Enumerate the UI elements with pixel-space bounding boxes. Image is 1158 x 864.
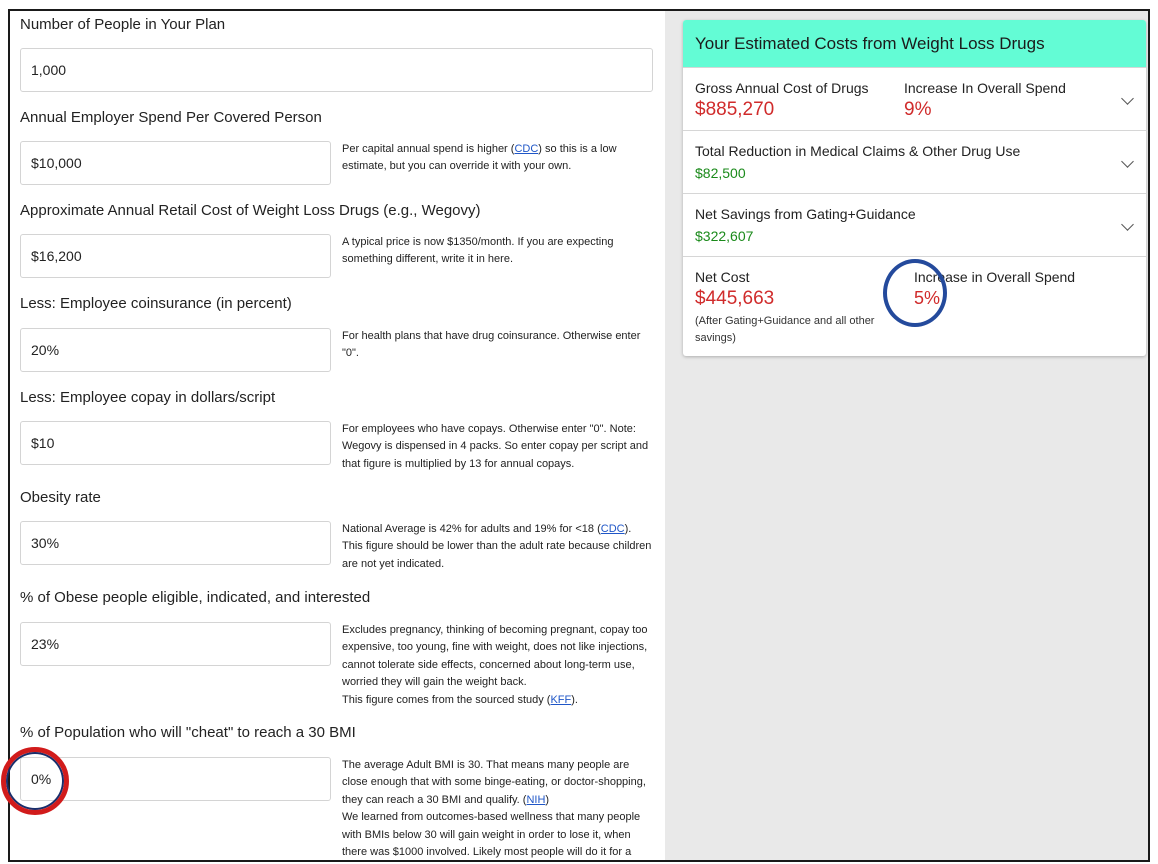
spend-label: Annual Employer Spend Per Covered Person <box>20 109 322 126</box>
nih-link[interactable]: NIH <box>526 794 545 806</box>
chevron-down-icon[interactable] <box>1121 92 1134 105</box>
results-panel: Your Estimated Costs from Weight Loss Dr… <box>665 11 1148 860</box>
eligible-help: Excludes pregnancy, thinking of becoming… <box>342 624 648 706</box>
copay-input[interactable]: $10 <box>20 421 331 465</box>
net-savings-label: Net Savings from Gating+Guidance <box>695 206 916 222</box>
cdc-link[interactable]: CDC <box>514 143 538 155</box>
net-cost-note: (After Gating+Guidance and all other sav… <box>695 315 875 344</box>
net-savings-row[interactable]: Net Savings from Gating+Guidance $322,60… <box>683 193 1146 256</box>
copay-label: Less: Employee copay in dollars/script <box>20 389 276 406</box>
chevron-down-icon[interactable] <box>1121 155 1134 168</box>
highlight-circle-blue <box>883 259 947 327</box>
increase-label: Increase In Overall Spend <box>904 80 1066 96</box>
cost-help: A typical price is now $1350/month. If y… <box>342 236 614 266</box>
cost-label: Approximate Annual Retail Cost of Weight… <box>20 202 481 219</box>
cheat-help: The average Adult BMI is 30. That means … <box>342 759 646 859</box>
spend-help: Per capital annual spend is higher (CDC)… <box>342 143 617 173</box>
calculator-frame: Number of People in Your Plan 1,000 Annu… <box>8 9 1150 862</box>
net-savings-value: $322,607 <box>695 228 754 244</box>
increase-value: 9% <box>904 99 932 120</box>
cost-input[interactable]: $16,200 <box>20 234 331 278</box>
gross-cost-row[interactable]: Gross Annual Cost of Drugs $885,270 Incr… <box>683 67 1146 130</box>
reduction-label: Total Reduction in Medical Claims & Othe… <box>695 143 1021 159</box>
kff-link[interactable]: KFF <box>550 694 571 706</box>
coinsurance-help: For health plans that have drug coinsura… <box>342 330 641 360</box>
obesity-input[interactable]: 30% <box>20 521 331 565</box>
input-form: Number of People in Your Plan 1,000 Annu… <box>10 11 665 860</box>
results-title: Your Estimated Costs from Weight Loss Dr… <box>683 20 1146 67</box>
coinsurance-input[interactable]: 20% <box>20 328 331 372</box>
spend-input[interactable]: $10,000 <box>20 141 331 185</box>
reduction-value: $82,500 <box>695 165 746 181</box>
gross-cost-label: Gross Annual Cost of Drugs <box>695 80 869 96</box>
highlight-circle-red <box>1 747 69 815</box>
coinsurance-label: Less: Employee coinsurance (in percent) <box>20 295 292 312</box>
reduction-row[interactable]: Total Reduction in Medical Claims & Othe… <box>683 130 1146 193</box>
obesity-label: Obesity rate <box>20 489 101 506</box>
cdc-link[interactable]: CDC <box>601 523 625 535</box>
net-cost-label: Net Cost <box>695 269 750 285</box>
copay-help: For employees who have copays. Otherwise… <box>342 423 649 470</box>
cheat-label: % of Population who will "cheat" to reac… <box>20 724 356 741</box>
obesity-help: National Average is 42% for adults and 1… <box>342 523 652 570</box>
net-cost-value: $445,663 <box>695 288 775 309</box>
chevron-down-icon[interactable] <box>1121 218 1134 231</box>
people-input[interactable]: 1,000 <box>20 48 653 92</box>
eligible-input[interactable]: 23% <box>20 622 331 666</box>
eligible-label: % of Obese people eligible, indicated, a… <box>20 589 371 606</box>
people-label: Number of People in Your Plan <box>20 16 226 33</box>
gross-cost-value: $885,270 <box>695 99 775 120</box>
